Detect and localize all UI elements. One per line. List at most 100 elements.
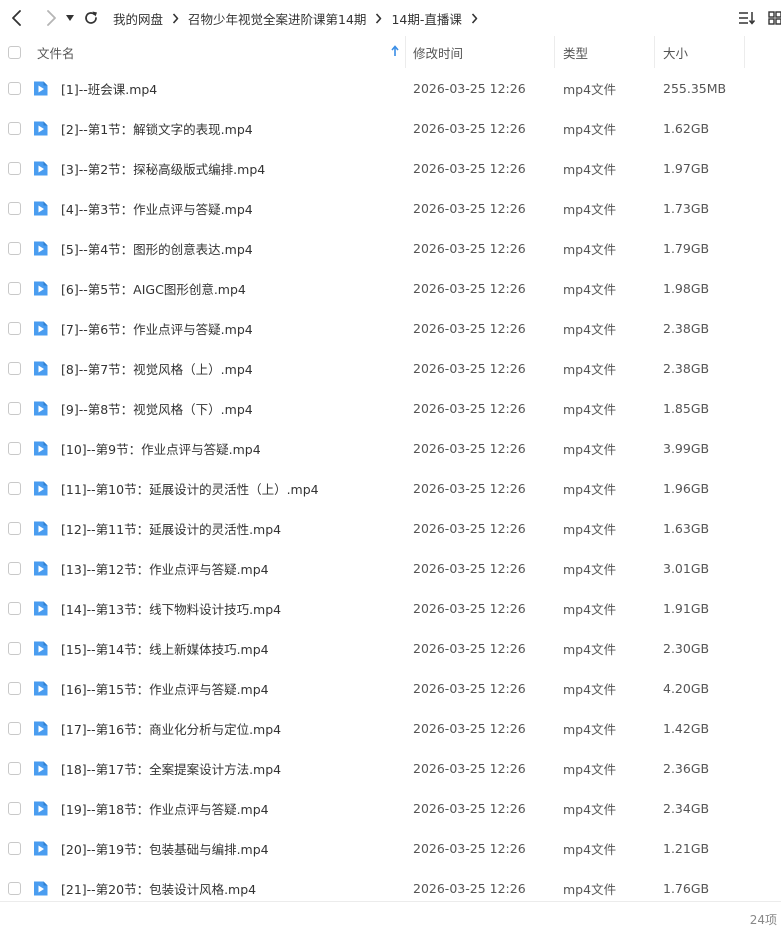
row-checkbox[interactable] <box>8 722 21 735</box>
table-row[interactable]: [2]--第1节：解锁文字的表现.mp4 2026-03-25 12:26 mp4文… <box>0 108 781 148</box>
column-header-name[interactable]: 文件名 <box>37 36 405 68</box>
video-file-icon <box>34 841 48 856</box>
table-row[interactable]: [10]--第9节：作业点评与答疑.mp4 2026-03-25 12:26 mp4… <box>0 428 781 468</box>
breadcrumb-item-root[interactable]: 我的网盘 <box>113 9 163 28</box>
column-header-type-label: 类型 <box>563 45 589 61</box>
video-file-icon <box>34 81 48 96</box>
video-file-icon <box>34 321 48 336</box>
video-file-icon <box>34 121 48 136</box>
column-divider[interactable] <box>654 36 655 68</box>
file-name[interactable]: [16]--第15节：作业点评与答疑.mp4 <box>61 668 269 708</box>
file-name[interactable]: [19]--第18节：作业点评与答疑.mp4 <box>61 788 269 828</box>
file-name[interactable]: [2]--第1节：解锁文字的表现.mp4 <box>61 108 253 148</box>
row-checkbox[interactable] <box>8 442 21 455</box>
table-row[interactable]: [16]--第15节：作业点评与答疑.mp4 2026-03-25 12:26 mp… <box>0 668 781 708</box>
row-checkbox[interactable] <box>8 882 21 895</box>
file-name[interactable]: [17]--第16节：商业化分析与定位.mp4 <box>61 708 281 748</box>
row-checkbox[interactable] <box>8 242 21 255</box>
column-header-mtime-label: 修改时间 <box>413 45 464 61</box>
row-checkbox[interactable] <box>8 562 21 575</box>
file-type: mp4文件 <box>563 841 617 857</box>
file-modified-time: 2026-03-25 12:26 <box>413 600 526 616</box>
file-name[interactable]: [11]--第10节：延展设计的灵活性（上）.mp4 <box>61 468 319 508</box>
column-divider[interactable] <box>554 36 555 68</box>
table-row[interactable]: [14]--第13节：线下物料设计技巧.mp4 2026-03-25 12:26 m… <box>0 588 781 628</box>
table-row[interactable]: [5]--第4节：图形的创意表达.mp4 2026-03-25 12:26 mp4文… <box>0 228 781 268</box>
file-name[interactable]: [12]--第11节：延展设计的灵活性.mp4 <box>61 508 281 548</box>
file-name[interactable]: [14]--第13节：线下物料设计技巧.mp4 <box>61 588 281 628</box>
table-row[interactable]: [18]--第17节：全案提案设计方法.mp4 2026-03-25 12:26 m… <box>0 748 781 788</box>
row-checkbox[interactable] <box>8 202 21 215</box>
chevron-right-icon[interactable] <box>471 12 478 24</box>
file-name[interactable]: [15]--第14节：线上新媒体技巧.mp4 <box>61 628 269 668</box>
column-divider[interactable] <box>744 36 745 68</box>
file-name[interactable]: [6]--第5节：AIGC图形创意.mp4 <box>61 268 246 308</box>
row-checkbox[interactable] <box>8 682 21 695</box>
file-modified-time: 2026-03-25 12:26 <box>413 280 526 296</box>
table-row[interactable]: [20]--第19节：包装基础与编排.mp4 2026-03-25 12:26 mp… <box>0 828 781 868</box>
row-checkbox[interactable] <box>8 282 21 295</box>
table-row[interactable]: [13]--第12节：作业点评与答疑.mp4 2026-03-25 12:26 mp… <box>0 548 781 588</box>
grid-view-icon <box>768 11 781 25</box>
file-name[interactable]: [3]--第2节：探秘高级版式编排.mp4 <box>61 148 265 188</box>
file-browser: 我的网盘 召物少年视觉全案进阶课第14期 14期-直播课 文件名 修改时间 类型… <box>0 0 781 936</box>
column-divider[interactable] <box>405 36 406 68</box>
row-checkbox[interactable] <box>8 402 21 415</box>
file-name[interactable]: [1]--班会课.mp4 <box>61 68 157 108</box>
video-file-icon <box>34 601 48 616</box>
sort-button[interactable] <box>737 8 757 28</box>
table-row[interactable]: [7]--第6节：作业点评与答疑.mp4 2026-03-25 12:26 mp4文… <box>0 308 781 348</box>
file-modified-time: 2026-03-25 12:26 <box>413 720 526 736</box>
table-row[interactable]: [1]--班会课.mp4 2026-03-25 12:26 mp4文件 255.35M… <box>0 68 781 108</box>
row-checkbox[interactable] <box>8 762 21 775</box>
table-row[interactable]: [9]--第8节：视觉风格（下）.mp4 2026-03-25 12:26 mp4文… <box>0 388 781 428</box>
forward-button[interactable] <box>41 8 61 28</box>
file-name[interactable]: [20]--第19节：包装基础与编排.mp4 <box>61 828 269 868</box>
row-checkbox[interactable] <box>8 82 21 95</box>
table-row[interactable]: [12]--第11节：延展设计的灵活性.mp4 2026-03-25 12:26 m… <box>0 508 781 548</box>
file-name[interactable]: [8]--第7节：视觉风格（上）.mp4 <box>61 348 253 388</box>
table-row[interactable]: [3]--第2节：探秘高级版式编排.mp4 2026-03-25 12:26 mp4… <box>0 148 781 188</box>
file-modified-time: 2026-03-25 12:26 <box>413 360 526 376</box>
view-toggle-button[interactable] <box>765 8 781 28</box>
file-name[interactable]: [18]--第17节：全案提案设计方法.mp4 <box>61 748 281 788</box>
table-row[interactable]: [17]--第16节：商业化分析与定位.mp4 2026-03-25 12:26 m… <box>0 708 781 748</box>
column-header-size[interactable]: 大小 <box>663 36 688 68</box>
file-name[interactable]: [5]--第4节：图形的创意表达.mp4 <box>61 228 253 268</box>
row-checkbox[interactable] <box>8 482 21 495</box>
row-checkbox[interactable] <box>8 602 21 615</box>
table-row[interactable]: [8]--第7节：视觉风格（上）.mp4 2026-03-25 12:26 mp4文… <box>0 348 781 388</box>
column-header-mtime[interactable]: 修改时间 <box>413 36 463 68</box>
row-checkbox[interactable] <box>8 362 21 375</box>
video-file-icon <box>34 881 48 896</box>
history-dropdown-button[interactable] <box>63 8 77 28</box>
sort-ascending-icon <box>391 45 399 56</box>
row-checkbox[interactable] <box>8 322 21 335</box>
file-size: 1.63GB <box>663 520 710 536</box>
column-header-type[interactable]: 类型 <box>563 36 588 68</box>
breadcrumb-item-course[interactable]: 召物少年视觉全案进阶课第14期 <box>188 9 366 28</box>
table-row[interactable]: [6]--第5节：AIGC图形创意.mp4 2026-03-25 12:26 mp4… <box>0 268 781 308</box>
file-name[interactable]: [7]--第6节：作业点评与答疑.mp4 <box>61 308 253 348</box>
table-row[interactable]: [11]--第10节：延展设计的灵活性（上）.mp4 2026-03-25 12:… <box>0 468 781 508</box>
row-checkbox[interactable] <box>8 522 21 535</box>
table-row[interactable]: [19]--第18节：作业点评与答疑.mp4 2026-03-25 12:26 mp… <box>0 788 781 828</box>
file-name[interactable]: [13]--第12节：作业点评与答疑.mp4 <box>61 548 269 588</box>
breadcrumb-item-current[interactable]: 14期-直播课 <box>391 9 461 28</box>
row-checkbox[interactable] <box>8 842 21 855</box>
table-row[interactable]: [15]--第14节：线上新媒体技巧.mp4 2026-03-25 12:26 mp… <box>0 628 781 668</box>
row-checkbox[interactable] <box>8 162 21 175</box>
select-all-checkbox[interactable] <box>8 46 21 59</box>
row-checkbox[interactable] <box>8 802 21 815</box>
file-type: mp4文件 <box>563 241 617 257</box>
table-row[interactable]: [4]--第3节：作业点评与答疑.mp4 2026-03-25 12:26 mp4文… <box>0 188 781 228</box>
file-name[interactable]: [10]--第9节：作业点评与答疑.mp4 <box>61 428 261 468</box>
file-name[interactable]: [9]--第8节：视觉风格（下）.mp4 <box>61 388 253 428</box>
file-type: mp4文件 <box>563 281 617 297</box>
back-button[interactable] <box>7 8 27 28</box>
file-name[interactable]: [4]--第3节：作业点评与答疑.mp4 <box>61 188 253 228</box>
file-modified-time: 2026-03-25 12:26 <box>413 240 526 256</box>
row-checkbox[interactable] <box>8 642 21 655</box>
refresh-button[interactable] <box>81 8 101 28</box>
row-checkbox[interactable] <box>8 122 21 135</box>
